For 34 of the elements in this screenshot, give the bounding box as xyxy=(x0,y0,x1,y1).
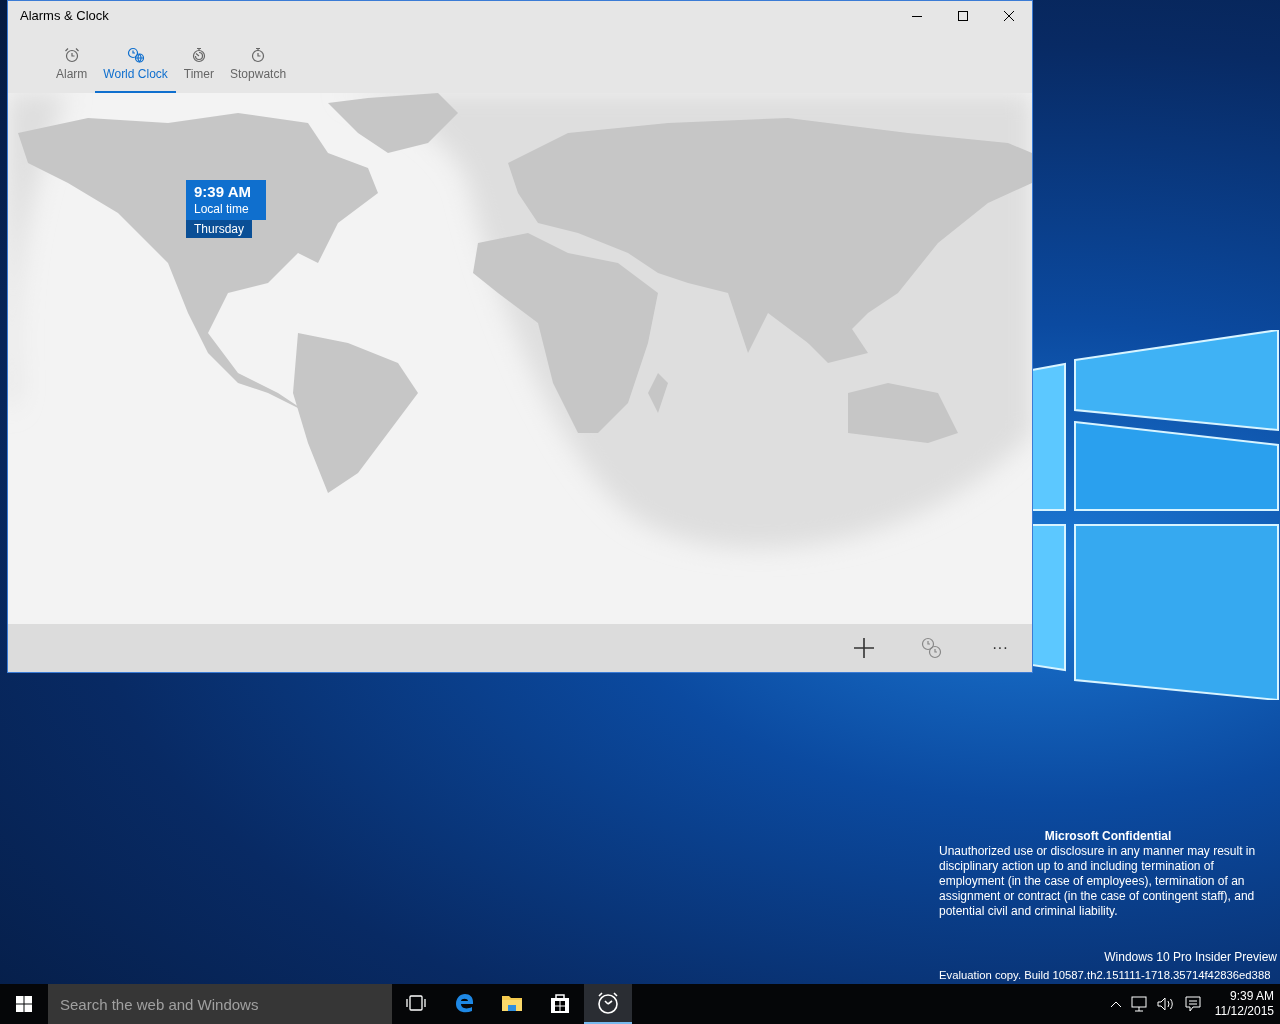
tab[interactable]: Timer xyxy=(175,31,223,93)
globe-clock-icon xyxy=(126,47,145,63)
edition-text: Windows 10 Pro Insider Preview xyxy=(1103,950,1277,965)
add-icon xyxy=(854,638,874,658)
close-icon xyxy=(1004,11,1014,21)
folder-icon xyxy=(501,993,523,1013)
search-field[interactable]: Search the web and Windows xyxy=(48,984,392,1024)
speaker-icon[interactable] xyxy=(1156,996,1175,1012)
alarm-clock-icon xyxy=(63,47,80,63)
tab[interactable]: Stopwatch xyxy=(222,31,295,93)
two-clocks-icon xyxy=(921,637,943,659)
tab[interactable]: Alarm xyxy=(48,31,96,93)
build-text: Evaluation copy. Build 10587.th2.151111-1718.35714f42836ed388 xyxy=(939,968,1272,983)
shopping-bag-icon xyxy=(550,992,570,1014)
task-view-icon xyxy=(405,995,427,1011)
stopwatch-icon xyxy=(250,47,267,63)
pin-day: Thursday xyxy=(186,220,253,238)
browser-e-icon xyxy=(453,992,475,1014)
taskbar-app[interactable] xyxy=(584,984,632,1024)
maximize-icon xyxy=(958,11,968,21)
network-icon[interactable] xyxy=(1130,996,1147,1012)
chevron-up-icon[interactable] xyxy=(1110,1001,1121,1007)
notice-text: Unauthorized use or disclosure in any manner may result in disciplinary action up to and including termination of employment (in the case of employees), termination of an assignment or contract (in the case of contingent staff), and potential civil and criminal liability. xyxy=(939,844,1257,919)
timer-icon xyxy=(190,47,207,63)
notice-title: Microsoft Confidential xyxy=(1043,829,1173,844)
alarm-clock-icon xyxy=(596,991,620,1015)
pin-caption: Local time xyxy=(194,201,250,217)
pin-time: 9:39 AM xyxy=(194,183,252,201)
minimize-icon xyxy=(912,15,922,17)
window-title: Alarms & Clock xyxy=(20,7,109,26)
more-button[interactable]: ··· xyxy=(972,624,1028,672)
windows-logo-icon xyxy=(16,996,32,1012)
notification-icon[interactable] xyxy=(1184,996,1201,1012)
taskbar-clock[interactable]: 9:39 AM 11/12/2015 xyxy=(1214,989,1274,1019)
